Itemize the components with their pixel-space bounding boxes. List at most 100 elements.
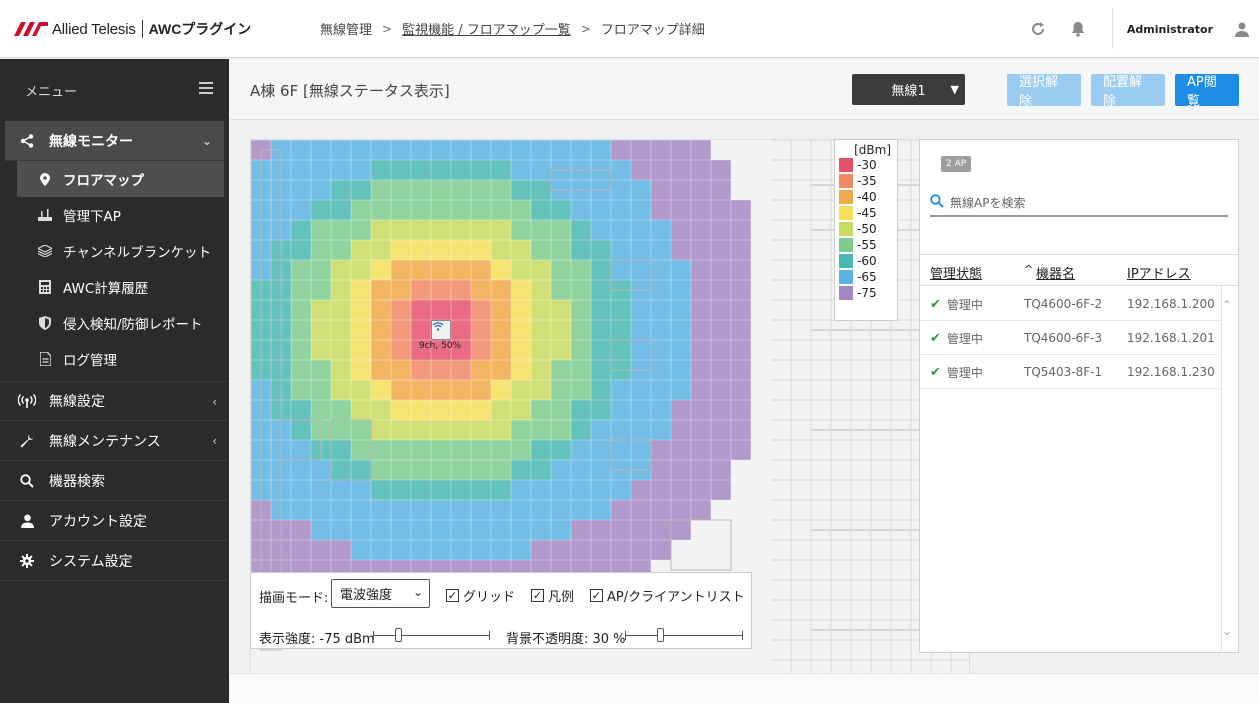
sidebar-subitem-intrusion-report[interactable]: 侵入検知/防御レポート [0, 305, 229, 341]
sidebar-subitem-managed-ap[interactable]: 管理下AP [0, 197, 229, 233]
heatmap-cell [331, 180, 351, 200]
heatmap-cell [591, 320, 611, 340]
sidebar-item-system-settings[interactable]: システム設定 [0, 541, 229, 581]
heatmap-cell [671, 360, 691, 380]
heatmap-cell [291, 360, 311, 380]
heatmap-cell [651, 240, 671, 260]
heatmap-cell [371, 500, 391, 520]
sidebar-item-wireless-monitor[interactable]: 無線モニター ⌄ [5, 121, 224, 161]
column-ip-header[interactable]: IPアドレス [1127, 263, 1191, 282]
unplace-button[interactable]: 配置解除 [1091, 74, 1165, 109]
sidebar-item-device-search[interactable]: 機器検索 [0, 461, 229, 501]
heatmap-cell [511, 280, 531, 300]
heatmap-cell [331, 400, 351, 420]
ap-table-row[interactable]: ✔ 管理中 TQ5403-8F-1 192.168.1.230 [920, 355, 1222, 389]
heatmap-cell [311, 500, 331, 520]
heatmap-cell [371, 180, 391, 200]
heatmap-cell [671, 320, 691, 340]
opacity-slider-thumb[interactable] [657, 628, 664, 642]
ap-count-badge: 2 AP [941, 156, 972, 172]
heatmap-cell [651, 500, 671, 520]
heatmap-cell [411, 220, 431, 240]
heatmap-cell [711, 180, 731, 200]
refresh-icon[interactable] [1018, 0, 1058, 58]
heatmap-cell [391, 180, 411, 200]
hamburger-icon[interactable] [199, 82, 213, 98]
heatmap-cell [551, 280, 571, 300]
opacity-slider[interactable] [625, 628, 743, 642]
map-controls: 描画モード: 電波強度 ⌄ ✓ グリッド ✓ 凡例 ✓ AP/クライアントリスト… [250, 572, 752, 649]
user-icon[interactable] [1225, 0, 1259, 58]
strength-slider[interactable] [373, 628, 490, 642]
heatmap-cell [491, 340, 511, 360]
column-name-header[interactable]: 機器名 [1036, 263, 1075, 282]
heatmap-cell [371, 220, 391, 240]
breadcrumb-separator: > [382, 21, 393, 36]
heatmap-cell [451, 480, 471, 500]
legend-checkbox[interactable]: ✓ 凡例 [531, 586, 574, 605]
heatmap-cell [591, 500, 611, 520]
radio-select[interactable]: 無線1 ▼ [852, 74, 965, 105]
heatmap-cell [511, 200, 531, 220]
breadcrumb-floormap-list[interactable]: 監視機能 / フロアマップ一覧 [402, 19, 571, 38]
deselect-button[interactable]: 選択解除 [1007, 74, 1081, 109]
bell-icon[interactable] [1058, 0, 1098, 58]
heatmap-cell [671, 140, 691, 160]
heatmap-cell [311, 340, 331, 360]
heatmap-cell [571, 420, 591, 440]
sidebar-item-account-settings[interactable]: アカウント設定 [0, 501, 229, 541]
legend-value: -65 [857, 270, 877, 284]
heatmap-cell [451, 160, 471, 180]
heatmap-cell [631, 500, 651, 520]
heatmap-cell [311, 220, 331, 240]
ap-table-row[interactable]: ✔ 管理中 TQ4600-6F-3 192.168.1.201 [920, 321, 1222, 355]
heatmap-cell [451, 240, 471, 260]
legend-swatch [839, 270, 853, 284]
sidebar-subitem-floormap[interactable]: フロアマップ [17, 161, 224, 197]
ap-search-input[interactable]: 無線APを検索 [930, 190, 1228, 217]
strength-slider-thumb[interactable] [395, 628, 402, 642]
heatmap-cell [711, 480, 731, 500]
heatmap-cell [351, 340, 371, 360]
column-status-header[interactable]: 管理状態 [930, 263, 982, 282]
heatmap-cell [471, 540, 491, 560]
check-icon: ✔ [930, 365, 941, 380]
breadcrumb-wireless-mgmt[interactable]: 無線管理 [320, 19, 372, 38]
chevron-up-icon[interactable]: ⌃ [1222, 298, 1232, 312]
heatmap-cell [631, 540, 651, 560]
breadcrumb-separator: > [580, 21, 591, 36]
sidebar-subitem-awc-history[interactable]: AWC計算履歴 [0, 269, 229, 305]
heatmap-cell [471, 220, 491, 240]
heatmap-cell [671, 380, 691, 400]
sidebar-subitem-log[interactable]: ログ管理 [0, 341, 229, 377]
sidebar-subitem-channel-blanket[interactable]: チャンネルブランケット [0, 233, 229, 269]
heatmap-cell [711, 240, 731, 260]
heatmap-cell [291, 540, 311, 560]
grid-checkbox[interactable]: ✓ グリッド [446, 586, 515, 605]
heatmap-cell [611, 420, 631, 440]
user-name[interactable]: Administrator [1127, 23, 1213, 36]
heatmap-cell [511, 540, 531, 560]
scrollbar-track[interactable] [1221, 286, 1222, 652]
heatmap-cell [571, 340, 591, 360]
heatmap-cell [731, 320, 751, 340]
heatmap-cell [431, 300, 451, 320]
heatmap-cell [531, 180, 551, 200]
heatmap-cell [491, 460, 511, 480]
chevron-down-icon[interactable]: ⌄ [1222, 624, 1232, 638]
heatmap-cell [351, 300, 371, 320]
ap-view-button[interactable]: AP閲覧 [1175, 74, 1239, 109]
ap-client-list-checkbox[interactable]: ✓ AP/クライアントリスト [590, 586, 745, 605]
draw-mode-select[interactable]: 電波強度 ⌄ [331, 579, 430, 608]
sidebar-item-wireless-maintenance[interactable]: 無線メンテナンス ‹ [0, 421, 229, 461]
antenna-icon [18, 394, 36, 408]
heatmap-cell [311, 240, 331, 260]
heatmap-cell [551, 140, 571, 160]
sidebar-item-wireless-settings[interactable]: 無線設定 ‹ [0, 381, 229, 421]
wifi-ap-marker-icon[interactable] [431, 320, 451, 340]
ip-address-cell: 192.168.1.201 [1127, 331, 1215, 345]
heatmap-cell [711, 300, 731, 320]
ap-table-row[interactable]: ✔ 管理中 TQ4600-6F-2 192.168.1.200 [920, 287, 1222, 321]
heatmap-cell [431, 360, 451, 380]
user-icon [18, 514, 36, 528]
